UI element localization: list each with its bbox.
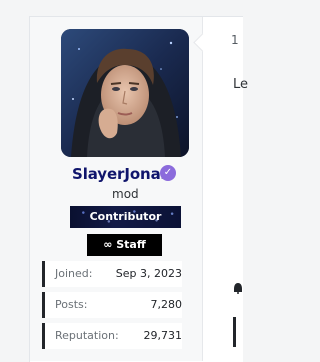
staff-banner: ∞ Staff <box>87 234 162 256</box>
stat-reputation: Reputation: 29,731 <box>42 323 182 349</box>
stat-value: 29,731 <box>143 329 183 342</box>
user-title: mod <box>112 187 139 201</box>
stat-posts: Posts: 7,280 <box>42 292 182 318</box>
page-margin <box>0 0 29 361</box>
contributor-banner: Contributor <box>70 206 181 228</box>
stat-value: Sep 3, 2023 <box>115 267 182 280</box>
post-number[interactable]: 1 <box>231 33 239 47</box>
stat-joined: Joined: Sep 3, 2023 <box>42 261 182 287</box>
side-accent-bar <box>233 317 236 347</box>
avatar-image <box>61 29 189 157</box>
message-text: Le <box>233 77 249 92</box>
stat-label: Reputation: <box>55 329 119 342</box>
check-badge-icon: ✓ <box>160 165 176 181</box>
username[interactable]: SlayerJonas <box>72 165 170 183</box>
avatar[interactable] <box>61 29 189 157</box>
message-column <box>203 17 242 361</box>
stat-label: Joined: <box>55 267 93 280</box>
stat-value: 7,280 <box>150 298 183 311</box>
bell-icon[interactable] <box>234 282 242 294</box>
stat-label: Posts: <box>55 298 88 311</box>
